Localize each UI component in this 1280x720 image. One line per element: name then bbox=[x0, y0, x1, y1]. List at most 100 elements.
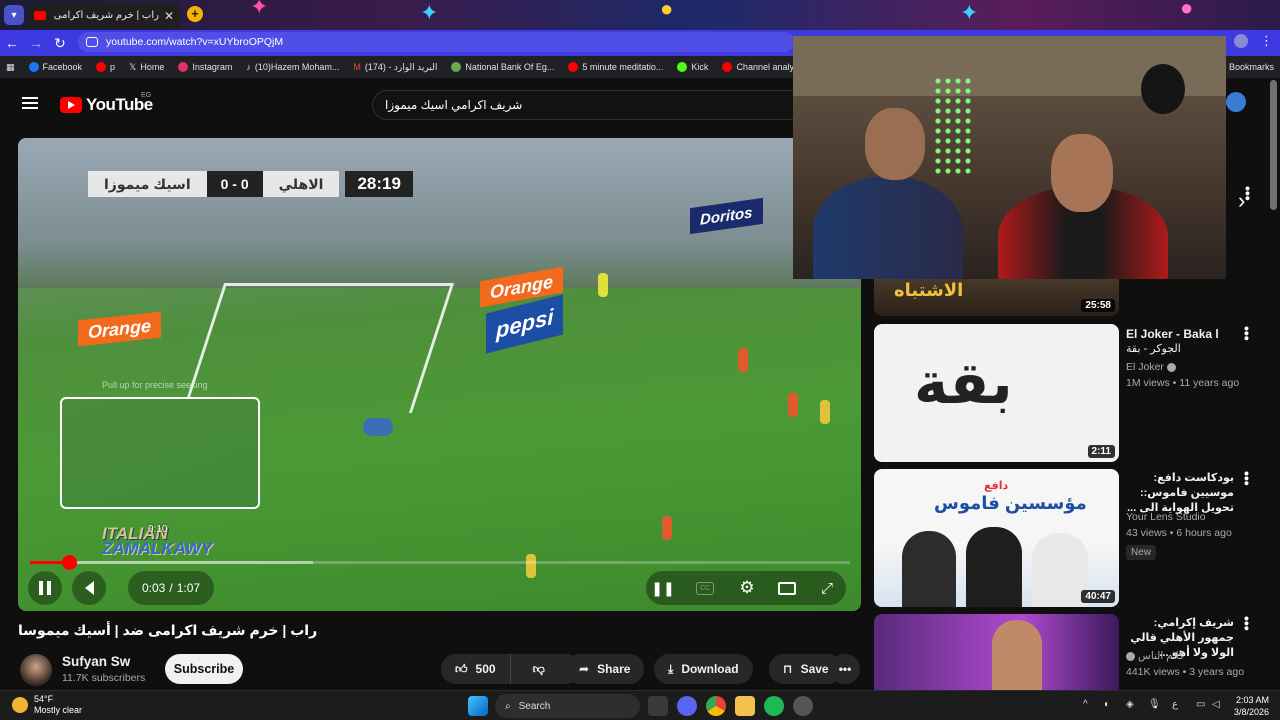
more-actions-button[interactable]: ••• bbox=[830, 654, 860, 684]
recommendation-item[interactable]: دافع مؤسسين فاموس 40:47 بودكاست دافع: مو… bbox=[874, 469, 1255, 607]
recommendation-channel[interactable]: El Joker bbox=[1126, 361, 1176, 373]
weather-widget[interactable]: 54°F Mostly clear bbox=[12, 694, 82, 716]
volume-icon bbox=[84, 581, 94, 595]
recommendation-channel[interactable]: كلام الناس bbox=[1126, 650, 1184, 662]
x-icon: 𝕏 bbox=[129, 61, 137, 72]
youtube-logo[interactable]: YouTube bbox=[60, 95, 153, 115]
tray-icon[interactable]: ◐ bbox=[1104, 699, 1110, 710]
progress-bar[interactable] bbox=[30, 555, 850, 570]
like-button[interactable]: 👍︎ 500 bbox=[441, 654, 511, 684]
page-scrollbar[interactable] bbox=[1270, 80, 1277, 210]
bookmark-item[interactable]: Facebook bbox=[22, 62, 90, 72]
language-indicator[interactable]: ع bbox=[1172, 699, 1178, 710]
like-count: 500 bbox=[475, 662, 496, 676]
task-view-button[interactable] bbox=[648, 696, 668, 716]
mute-button[interactable] bbox=[72, 571, 106, 605]
clock[interactable]: 2:03 AM 3/8/2026 bbox=[1234, 695, 1269, 718]
microphone-icon[interactable]: 🎙︎ bbox=[1148, 699, 1161, 710]
bookmark-item[interactable]: Kick bbox=[670, 62, 715, 72]
time-separator: / bbox=[169, 581, 173, 595]
browser-menu-icon[interactable]: ⋮ bbox=[1260, 33, 1273, 49]
match-scoreboard: اسيك ميموزا 0 - 0 الاهلي 28:19 bbox=[88, 171, 413, 197]
more-options-icon[interactable]: ••• bbox=[1239, 471, 1255, 486]
youtube-favicon-icon bbox=[34, 11, 46, 20]
subscribe-button[interactable]: Subscribe bbox=[165, 654, 243, 684]
address-bar[interactable]: youtube.com/watch?v=xUYbroOPQjM bbox=[78, 32, 794, 52]
recommendation-thumbnail[interactable]: الاشتباه 25:58 bbox=[874, 276, 1119, 316]
seek-hint-text: Pull up for precise seeking bbox=[102, 380, 208, 390]
bookmark-item[interactable]: National Bank Of Eg... bbox=[444, 62, 561, 72]
app-icon[interactable] bbox=[793, 696, 813, 716]
bookmark-item[interactable]: M (174) - البريد الوارد bbox=[346, 62, 444, 73]
browser-tab-active[interactable]: راب | خرم شريف اكرامى (25) ✕ bbox=[28, 3, 180, 28]
captions-icon[interactable]: CC bbox=[696, 582, 714, 595]
spotify-app[interactable] bbox=[764, 696, 784, 716]
share-button[interactable]: ➦ Share bbox=[565, 654, 645, 684]
chrome-app[interactable] bbox=[706, 696, 726, 716]
pause-button[interactable] bbox=[28, 571, 62, 605]
search-query-text: شريف اكرامي اسيك ميموزا bbox=[385, 98, 523, 112]
player-figure bbox=[662, 516, 672, 540]
recommendation-title[interactable]: بودكاست دافع: موسيين فاموس:: تحويل الهوا… bbox=[1126, 471, 1234, 516]
network-icon[interactable]: ▭ bbox=[1196, 699, 1205, 710]
tray-icon[interactable]: ◈ bbox=[1126, 699, 1134, 710]
scoreboard-home: اسيك ميموزا bbox=[88, 171, 207, 197]
recommendation-thumbnail[interactable]: دافع مؤسسين فاموس 40:47 bbox=[874, 469, 1119, 607]
account-avatar[interactable] bbox=[1226, 92, 1246, 112]
channel-avatar[interactable] bbox=[20, 654, 52, 686]
bookmark-item[interactable]: 𝕏 Home bbox=[122, 62, 171, 73]
taskbar-search[interactable]: ⌕ Search bbox=[495, 694, 640, 718]
settings-gear-icon[interactable]: ⚙ bbox=[738, 578, 756, 597]
recommendation-item[interactable]: بقة 2:11 El Joker - Baka l الجوكر - بقة … bbox=[874, 324, 1255, 462]
recommendation-item[interactable]: شريف إكرامي: جمهور الأهلي قالي الولا ولا… bbox=[874, 614, 1255, 690]
more-options-icon[interactable]: ••• bbox=[1239, 326, 1255, 341]
file-explorer-app[interactable] bbox=[735, 696, 755, 716]
bookmark-label: Home bbox=[140, 62, 165, 72]
forward-button[interactable]: → bbox=[24, 31, 48, 55]
back-button[interactable]: ← bbox=[0, 31, 24, 55]
recommendation-title[interactable]: El Joker - Baka l bbox=[1126, 326, 1234, 342]
tray-overflow-icon[interactable]: ^ bbox=[1083, 699, 1088, 710]
reload-button[interactable]: ↻ bbox=[48, 31, 72, 55]
search-icon: ⌕ bbox=[505, 700, 511, 712]
dislike-button[interactable]: 👎︎ bbox=[519, 662, 559, 677]
thumbs-down-icon: 👎︎ bbox=[532, 661, 545, 676]
menu-icon[interactable] bbox=[22, 97, 38, 109]
bookmark-label: Facebook bbox=[42, 62, 83, 72]
bookmark-label: (10)Hazem Moham... bbox=[254, 62, 340, 72]
apps-icon[interactable]: ▦ bbox=[0, 62, 22, 73]
thumbnail-person bbox=[902, 531, 956, 607]
scoreboard-clock: 28:19 bbox=[345, 171, 413, 197]
fullscreen-icon[interactable]: ⤢ bbox=[818, 579, 836, 597]
recommendation-channel[interactable]: Your Lens Studio bbox=[1126, 511, 1206, 523]
search-input[interactable]: شريف اكرامي اسيك ميموزا bbox=[372, 90, 797, 120]
profile-avatar[interactable] bbox=[1234, 34, 1248, 48]
bookmark-item[interactable]: ♪ (10)Hazem Moham... bbox=[239, 62, 346, 72]
new-tab-button[interactable]: + bbox=[187, 6, 203, 22]
site-info-icon[interactable] bbox=[86, 37, 98, 47]
weather-icon bbox=[12, 696, 28, 713]
bookmark-item[interactable]: 5 minute meditatio... bbox=[561, 62, 670, 72]
autoplay-toggle-icon[interactable]: ❚❚ bbox=[651, 579, 674, 597]
more-options-icon[interactable]: ••• bbox=[1240, 186, 1256, 201]
scrubber-handle[interactable] bbox=[61, 555, 77, 570]
channel-name[interactable]: Sufyan Sw bbox=[62, 654, 130, 669]
webcam-balloon bbox=[1141, 64, 1185, 114]
theater-mode-icon[interactable] bbox=[778, 582, 796, 595]
tiktok-icon: ♪ bbox=[246, 62, 251, 72]
bookmark-label: National Bank Of Eg... bbox=[465, 62, 555, 72]
close-tab-icon[interactable]: ✕ bbox=[164, 9, 174, 23]
start-button[interactable] bbox=[468, 696, 488, 716]
more-options-icon[interactable]: ••• bbox=[1239, 616, 1255, 631]
bookmark-item[interactable]: p bbox=[89, 62, 122, 72]
bookmark-item[interactable]: Instagram bbox=[171, 62, 239, 72]
video-player[interactable]: Orange Orange pepsi Doritos اسيك ميموزا … bbox=[18, 138, 861, 611]
discord-app[interactable] bbox=[677, 696, 697, 716]
recommendation-thumbnail[interactable] bbox=[874, 614, 1119, 690]
download-button[interactable]: ⤓ Download bbox=[654, 654, 753, 684]
like-dislike-group: 👍︎ 500 👎︎ bbox=[441, 654, 581, 684]
volume-tray-icon[interactable]: ◁ bbox=[1212, 699, 1220, 710]
tab-search-button[interactable]: ▾ bbox=[4, 5, 24, 25]
all-bookmarks-button[interactable]: Bookmarks bbox=[1222, 62, 1280, 72]
recommendation-thumbnail[interactable]: بقة 2:11 bbox=[874, 324, 1119, 462]
